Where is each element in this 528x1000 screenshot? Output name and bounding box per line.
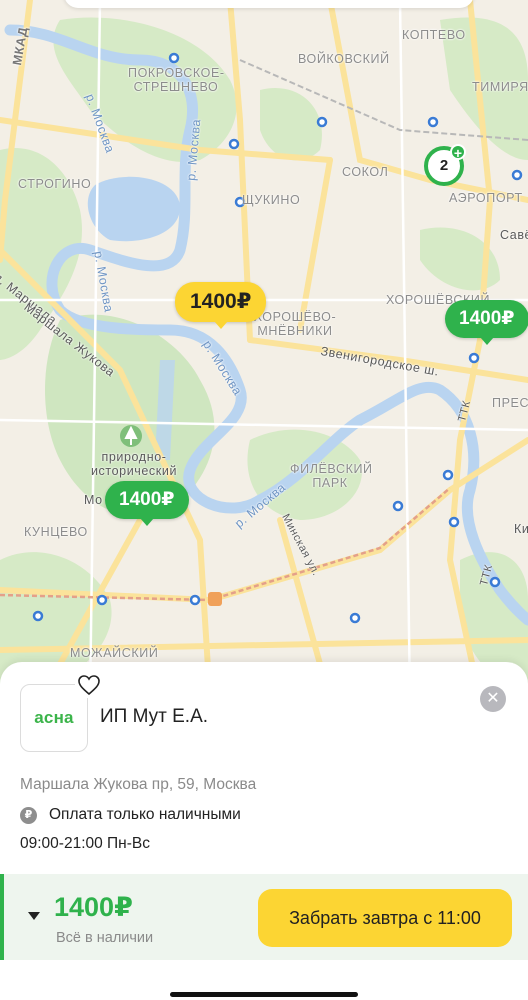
order-price: 1400₽ [54, 892, 133, 922]
map-label: ПРЕС [492, 396, 528, 410]
map-label: ПОКРОВСКОЕ- СТРЕШНЕВО [128, 66, 225, 95]
home-indicator [170, 992, 358, 997]
map-label: ВОЙКОВСКИЙ [298, 52, 390, 66]
cluster-count: 2 [439, 157, 449, 174]
search-bar[interactable] [64, 0, 474, 8]
map-label: АЭРОПОРТ [449, 191, 523, 205]
map-label: КОПТЕВО [402, 28, 466, 42]
ruble-icon: ₽ [20, 806, 37, 824]
expand-chevron-icon[interactable] [28, 912, 40, 920]
pharmacy-price-pin[interactable]: 1400₽ [105, 481, 189, 526]
map-label: Мо [84, 493, 103, 507]
map-label: ФИЛЁВСКИЙ ПАРК [290, 462, 373, 491]
heart-icon [78, 675, 100, 696]
map-label: МОЖАЙСКИЙ [70, 646, 159, 660]
map-label: КУНЦЕВО [24, 525, 88, 539]
map-label: ХОРОШЁВО- МНЁВНИКИ [253, 310, 337, 339]
map-label: природно-исторический [90, 450, 178, 479]
pharmacy-logo-text: асна [34, 708, 74, 727]
map-label: ТИМИРЯЗ [472, 80, 528, 94]
cluster-marker[interactable]: 2 + [424, 144, 466, 186]
map-label: ЩУКИНО [242, 193, 301, 207]
pharmacy-details-sheet: асна ИП Мут Е.А. ✕ Маршала Жукова пр, 59… [0, 662, 528, 1000]
map-view[interactable]: КОПТЕВО ВОЙКОВСКИЙ ПОКРОВСКОЕ- СТРЕШНЕВО … [0, 0, 528, 700]
favorite-button[interactable] [75, 672, 103, 698]
pharmacy-name: ИП Мут Е.А. [100, 706, 209, 727]
close-icon[interactable]: ✕ [480, 686, 506, 712]
stock-status: Всё в наличии [56, 930, 154, 946]
map-label: Ки [514, 522, 528, 536]
map-label: СОКОЛ [342, 165, 389, 179]
map-label: Савё [500, 228, 528, 242]
selected-pharmacy-pin[interactable]: 1400₽ [175, 282, 267, 329]
order-action-bar: 1400₽ Всё в наличии Забрать завтра с 11:… [0, 874, 528, 960]
opening-hours: 09:00-21:00 Пн-Вс [20, 835, 150, 852]
pharmacy-price-pin[interactable]: 1400₽ [445, 300, 528, 345]
pickup-button[interactable]: Забрать завтра с 11:00 [258, 889, 512, 947]
map-label: СТРОГИНО [18, 177, 92, 191]
pharmacy-address: Маршала Жукова пр, 59, Москва [20, 776, 257, 793]
plus-icon: + [450, 144, 466, 161]
payment-info: ₽ Оплата только наличными [20, 806, 241, 824]
payment-text: Оплата только наличными [49, 806, 241, 823]
